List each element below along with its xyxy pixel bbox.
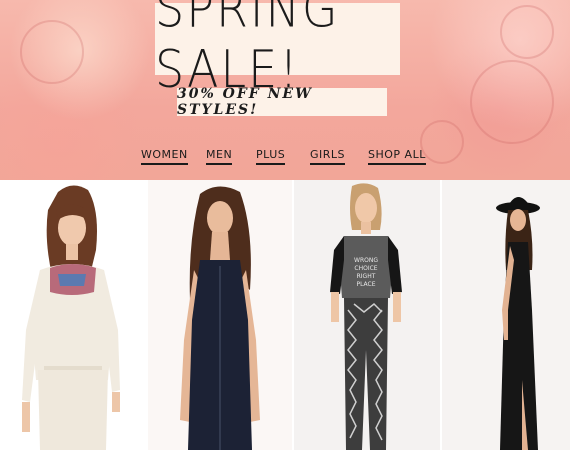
product-tile-maxi-dress[interactable]: [442, 180, 570, 450]
flower-decoration: [470, 60, 554, 144]
sale-title-box: SPRING SALE!: [155, 0, 400, 99]
product-image-navy-dress: [180, 186, 260, 450]
sale-subtitle-box: 30% OFF NEW STYLES!: [177, 86, 387, 118]
nav-link-men[interactable]: MEN: [206, 148, 233, 165]
product-grid: WRONG CHOICE RIGHT PLACE: [0, 180, 570, 450]
nav-link-plus[interactable]: PLUS: [256, 148, 286, 165]
product-image-tee-jogger: WRONG CHOICE RIGHT PLACE: [330, 183, 402, 450]
sale-banner[interactable]: SPRING SALE! 30% OFF NEW STYLES! WOMEN M…: [0, 0, 570, 180]
product-tile-romper[interactable]: [0, 180, 146, 450]
product-tile-navy-dress[interactable]: [148, 180, 292, 450]
svg-text:RIGHT: RIGHT: [357, 273, 376, 280]
sale-subtitle: 30% OFF NEW STYLES!: [177, 86, 313, 118]
product-image-maxi-dress: [496, 197, 540, 450]
product-image-romper: [22, 185, 120, 450]
nav-link-shop-all[interactable]: SHOP ALL: [368, 148, 426, 165]
svg-text:CHOICE: CHOICE: [354, 265, 377, 272]
category-nav: WOMEN MEN PLUS GIRLS SHOP ALL: [0, 148, 570, 168]
flower-decoration: [20, 20, 84, 84]
nav-link-women[interactable]: WOMEN: [141, 148, 188, 165]
sale-title: SPRING SALE!: [155, 0, 340, 100]
svg-text:WRONG: WRONG: [354, 257, 378, 264]
nav-link-girls[interactable]: GIRLS: [310, 148, 346, 165]
flower-decoration: [500, 5, 554, 59]
svg-text:PLACE: PLACE: [356, 281, 375, 288]
product-tile-tee-jogger[interactable]: WRONG CHOICE RIGHT PLACE: [294, 180, 440, 450]
